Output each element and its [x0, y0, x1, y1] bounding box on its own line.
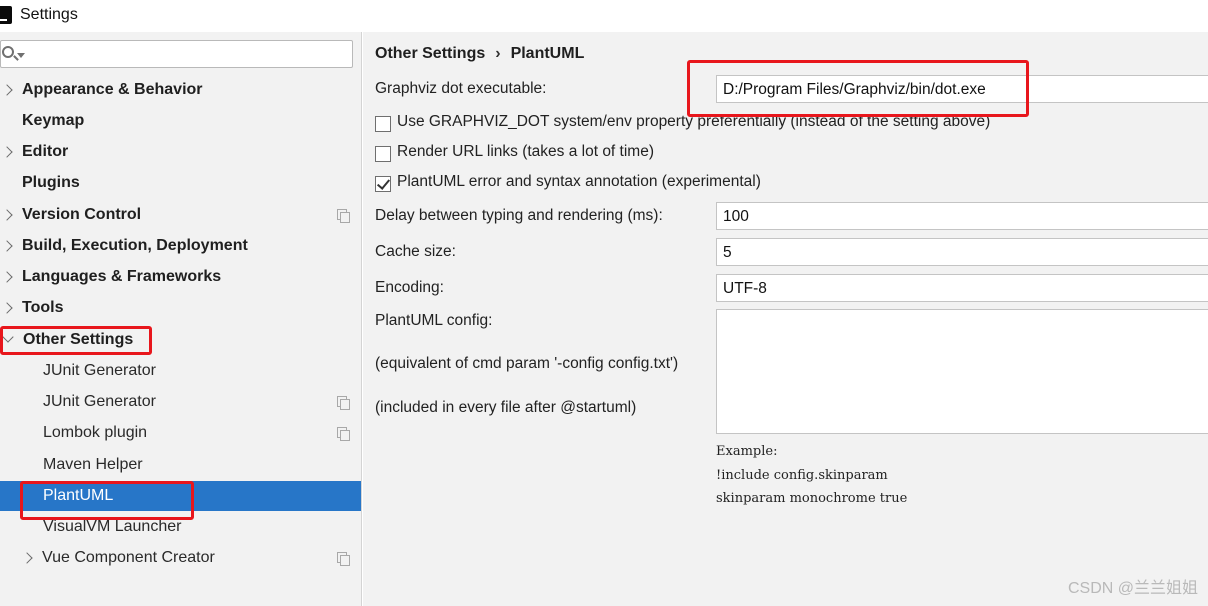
example-line-2: skinparam monochrome true [716, 491, 908, 506]
sidebar-item-visualvm-launcher[interactable]: VisualVM Launcher [0, 512, 361, 542]
sidebar-item-junit-generator-2[interactable]: JUnit Generator [0, 387, 361, 417]
encoding-value: UTF-8 [723, 280, 767, 297]
checkbox-box[interactable] [375, 116, 391, 132]
project-settings-icon [337, 209, 350, 223]
sidebar-item-editor[interactable]: Editor [0, 137, 361, 167]
plantuml-config-textarea[interactable] [716, 309, 1208, 434]
sidebar-item-lombok-plugin[interactable]: Lombok plugin [0, 418, 361, 448]
breadcrumb-separator-icon: › [495, 45, 501, 62]
settings-content: Other Settings › PlantUML Graphviz dot exe… [363, 32, 1208, 606]
chevron-right-icon[interactable] [1, 209, 13, 221]
checkbox-box[interactable] [375, 146, 391, 162]
sidebar-item-maven-helper[interactable]: Maven Helper [0, 450, 361, 480]
cache-size-value: 5 [723, 244, 732, 261]
sidebar-item-other-settings[interactable]: Other Settings [0, 325, 361, 355]
search-input[interactable] [0, 40, 353, 68]
plantuml-config-label: PlantUML config: [375, 312, 493, 329]
delay-label: Delay between typing and rendering (ms): [375, 207, 663, 224]
sidebar-item-plantuml[interactable]: PlantUML [0, 481, 361, 511]
cache-size-field[interactable]: 5 [716, 238, 1208, 266]
sidebar-item-languages-frameworks[interactable]: Languages & Frameworks [0, 262, 361, 292]
graphviz-path-value: D:/Program Files/Graphviz/bin/dot.exe [723, 81, 986, 98]
chevron-right-icon[interactable] [1, 302, 13, 314]
breadcrumb: Other Settings › PlantUML [375, 45, 584, 63]
sidebar-item-build-execution-deployment[interactable]: Build, Execution, Deployment [0, 231, 361, 261]
delay-value: 100 [723, 208, 749, 225]
watermark: CSDN @兰兰姐姐 [1067, 580, 1198, 597]
sidebar-item-vue-component-creator[interactable]: Vue Component Creator [0, 543, 361, 573]
chevron-right-icon[interactable] [1, 240, 13, 252]
sidebar-item-keymap[interactable]: Keymap [0, 106, 361, 136]
breadcrumb-current: PlantUML [510, 45, 585, 62]
config-hint-included: (included in every file after @startuml) [375, 399, 637, 416]
project-settings-icon [337, 552, 350, 566]
example-line-1: !include config.skinparam [716, 468, 888, 483]
sidebar-item-junit-generator[interactable]: JUnit Generator [0, 356, 361, 386]
encoding-field[interactable]: UTF-8 [716, 274, 1208, 302]
intellij-icon [0, 6, 12, 24]
sidebar-item-version-control[interactable]: Version Control [0, 200, 361, 230]
delay-field[interactable]: 100 [716, 202, 1208, 230]
window-title: Settings [20, 6, 78, 23]
chevron-right-icon[interactable] [21, 552, 33, 564]
project-settings-icon [337, 427, 350, 441]
sidebar-item-appearance-behavior[interactable]: Appearance & Behavior [0, 75, 361, 105]
graphviz-label: Graphviz dot executable: [375, 80, 547, 97]
encoding-label: Encoding: [375, 279, 444, 296]
chevron-right-icon[interactable] [1, 271, 13, 283]
cache-size-label: Cache size: [375, 243, 456, 260]
search-icon[interactable] [2, 46, 14, 58]
chevron-down-icon[interactable] [17, 53, 25, 58]
breadcrumb-parent[interactable]: Other Settings [375, 45, 485, 62]
example-title: Example: [716, 444, 778, 459]
project-settings-icon [337, 396, 350, 410]
chevron-right-icon[interactable] [1, 146, 13, 158]
chevron-down-icon[interactable] [2, 331, 14, 343]
title-bar: Settings [0, 0, 1208, 32]
chevron-right-icon[interactable] [1, 84, 13, 96]
sidebar-item-tools[interactable]: Tools [0, 293, 361, 323]
config-hint-cmd: (equivalent of cmd param '-config config… [375, 355, 679, 372]
sidebar-item-plugins[interactable]: Plugins [0, 168, 361, 198]
graphviz-path-field[interactable]: D:/Program Files/Graphviz/bin/dot.exe [716, 75, 1208, 103]
settings-sidebar: Appearance & Behavior Keymap Editor Plug… [0, 32, 362, 606]
checkbox-checked[interactable] [375, 176, 391, 192]
